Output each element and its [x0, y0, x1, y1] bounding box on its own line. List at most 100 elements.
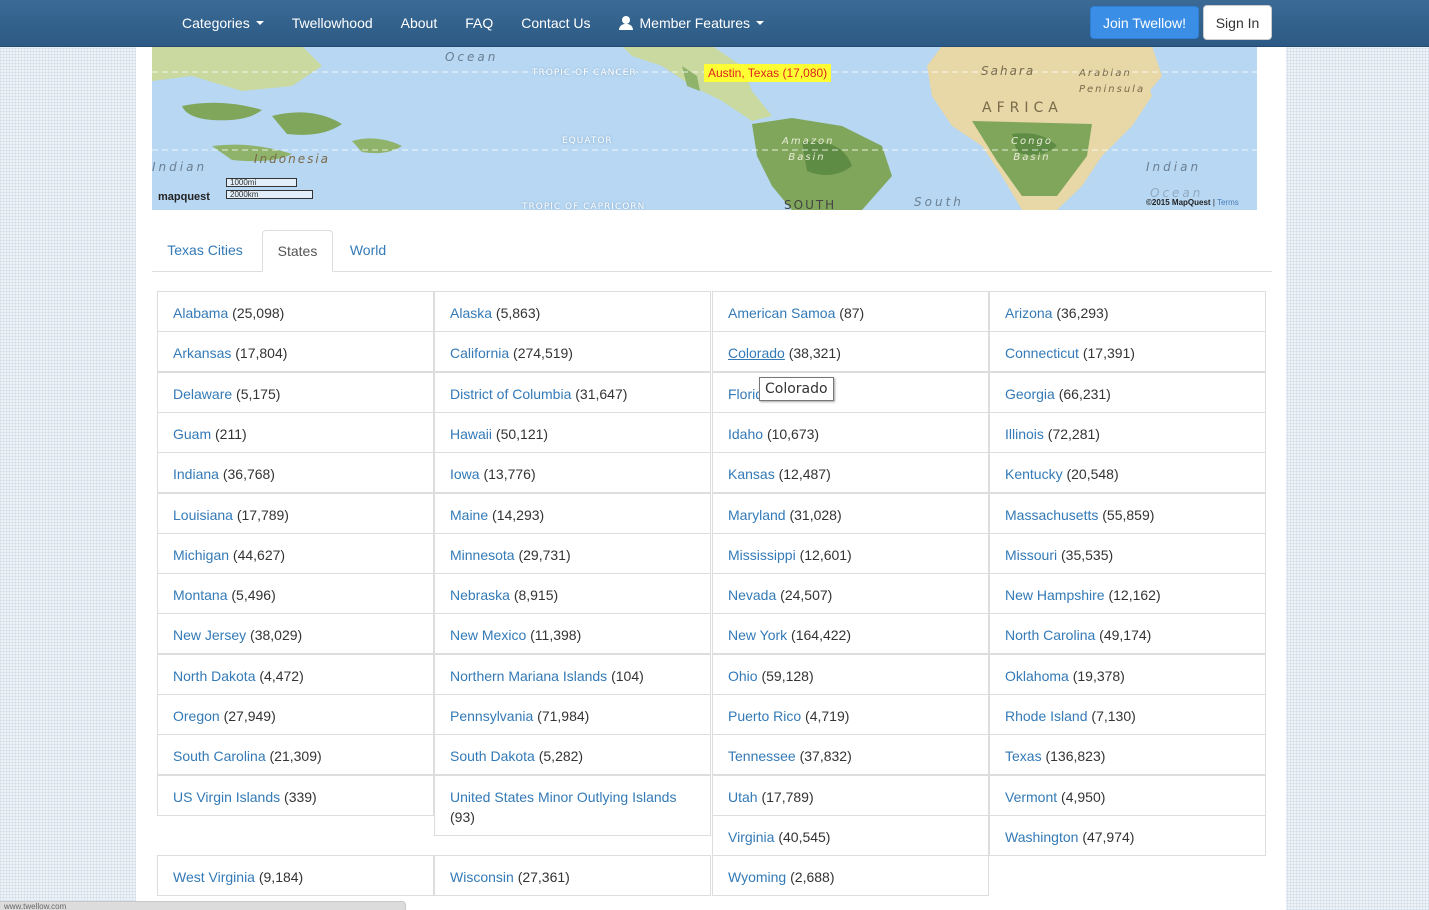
- state-count: (71,984): [537, 708, 590, 724]
- state-link[interactable]: South Dakota: [450, 748, 535, 764]
- chevron-down-icon: [255, 21, 264, 25]
- state-link[interactable]: Delaware: [173, 386, 232, 402]
- state-link[interactable]: Ohio: [728, 668, 758, 684]
- state-link[interactable]: New Mexico: [450, 627, 526, 643]
- nav-twellowhood-label: Twellowhood: [291, 15, 373, 31]
- state-link[interactable]: Utah: [728, 789, 758, 805]
- state-link[interactable]: Maine: [450, 507, 488, 523]
- state-cell: Louisiana (17,789): [157, 493, 434, 534]
- state-link[interactable]: Michigan: [173, 547, 229, 563]
- state-link[interactable]: Rhode Island: [1005, 708, 1088, 724]
- state-count: (17,804): [235, 345, 288, 361]
- state-cell: Rhode Island (7,130): [989, 694, 1266, 735]
- state-link[interactable]: Kansas: [728, 466, 775, 482]
- nav-twellowhood-link[interactable]: Twellowhood: [278, 15, 387, 31]
- state-count: (11,398): [530, 627, 582, 643]
- state-link[interactable]: Arizona: [1005, 305, 1052, 321]
- state-count: (49,174): [1099, 627, 1152, 643]
- state-link[interactable]: Nebraska: [450, 587, 510, 603]
- state-link[interactable]: Arkansas: [173, 345, 231, 361]
- state-link[interactable]: Washington: [1005, 829, 1078, 845]
- state-link[interactable]: Georgia: [1005, 386, 1055, 402]
- state-link[interactable]: Northern Mariana Islands: [450, 668, 607, 684]
- state-link[interactable]: Louisiana: [173, 507, 233, 523]
- state-link[interactable]: Alabama: [173, 305, 228, 321]
- state-link[interactable]: Kentucky: [1005, 466, 1063, 482]
- state-link[interactable]: US Virgin Islands: [173, 789, 280, 805]
- state-cell: Hawaii (50,121): [434, 412, 711, 453]
- tab-world[interactable]: World: [335, 230, 401, 270]
- chevron-down-icon: [755, 21, 764, 25]
- state-count: (87): [839, 305, 865, 321]
- state-link[interactable]: Texas: [1005, 748, 1042, 764]
- state-link[interactable]: Minnesota: [450, 547, 515, 563]
- state-cell: Montana (5,496): [157, 573, 434, 614]
- state-count: (17,789): [236, 507, 289, 523]
- state-link[interactable]: Nevada: [728, 587, 776, 603]
- nav-categories-dropdown[interactable]: Categories: [168, 15, 278, 31]
- map-marker-label[interactable]: Austin, Texas (17,080): [704, 64, 832, 82]
- state-count: (9,184): [258, 869, 304, 885]
- state-cell: Minnesota (29,731): [434, 533, 711, 574]
- state-link[interactable]: West Virginia: [173, 869, 255, 885]
- nav-contact-link[interactable]: Contact Us: [507, 15, 604, 31]
- state-link[interactable]: Tennessee: [728, 748, 796, 764]
- state-link[interactable]: Maryland: [728, 507, 786, 523]
- world-map[interactable]: Ocean Indian Indian South Ocean TROPIC O…: [152, 46, 1257, 210]
- state-count: (29,731): [518, 547, 571, 563]
- tab-states[interactable]: States: [262, 230, 333, 272]
- map-terms-link[interactable]: Terms: [1217, 198, 1239, 207]
- state-count: (47,974): [1082, 829, 1135, 845]
- state-cell: New Hampshire (12,162): [989, 573, 1266, 614]
- state-link[interactable]: New York: [728, 627, 787, 643]
- state-cell: New Mexico (11,398): [434, 613, 711, 654]
- state-link[interactable]: North Dakota: [173, 668, 255, 684]
- nav-about-link[interactable]: About: [387, 15, 452, 31]
- state-count: (59,128): [761, 668, 814, 684]
- state-link[interactable]: Montana: [173, 587, 227, 603]
- state-link[interactable]: Oklahoma: [1005, 668, 1069, 684]
- state-link[interactable]: Mississippi: [728, 547, 796, 563]
- state-link[interactable]: South Carolina: [173, 748, 266, 764]
- state-cell: Colorado (38,321): [712, 331, 989, 372]
- state-link[interactable]: Iowa: [450, 466, 480, 482]
- state-count: (24,507): [780, 587, 833, 603]
- state-link[interactable]: North Carolina: [1005, 627, 1095, 643]
- state-link[interactable]: Missouri: [1005, 547, 1057, 563]
- state-count: (25,098): [232, 305, 285, 321]
- state-link[interactable]: Hawaii: [450, 426, 492, 442]
- join-button[interactable]: Join Twellow!: [1090, 6, 1199, 39]
- nav-faq-link[interactable]: FAQ: [451, 15, 507, 31]
- state-link[interactable]: Colorado: [728, 345, 785, 361]
- state-link[interactable]: Guam: [173, 426, 211, 442]
- state-link[interactable]: New Hampshire: [1005, 587, 1105, 603]
- state-count: (72,281): [1047, 426, 1100, 442]
- state-link[interactable]: Vermont: [1005, 789, 1057, 805]
- state-link[interactable]: Idaho: [728, 426, 763, 442]
- state-link[interactable]: Illinois: [1005, 426, 1044, 442]
- state-count: (4,472): [259, 668, 304, 684]
- state-link[interactable]: Indiana: [173, 466, 219, 482]
- state-cell: Puerto Rico (4,719): [712, 694, 989, 735]
- state-link[interactable]: New Jersey: [173, 627, 246, 643]
- state-link[interactable]: Virginia: [728, 829, 774, 845]
- state-count: (8,915): [513, 587, 559, 603]
- state-link[interactable]: Pennsylvania: [450, 708, 533, 724]
- state-cell: Maryland (31,028): [712, 493, 989, 534]
- sign-in-button[interactable]: Sign In: [1203, 5, 1272, 40]
- tab-texas-cities[interactable]: Texas Cities: [152, 230, 258, 270]
- state-cell: Utah (17,789): [712, 775, 989, 816]
- state-link[interactable]: Wyoming: [728, 869, 786, 885]
- state-link[interactable]: Alaska: [450, 305, 492, 321]
- nav-member-features-dropdown[interactable]: Member Features: [605, 15, 778, 31]
- state-link[interactable]: District of Columbia: [450, 386, 571, 402]
- state-link[interactable]: Connecticut: [1005, 345, 1079, 361]
- state-count: (104): [611, 668, 644, 684]
- state-link[interactable]: United States Minor Outlying Islands: [450, 789, 676, 805]
- state-link[interactable]: California: [450, 345, 509, 361]
- state-link[interactable]: American Samoa: [728, 305, 835, 321]
- state-link[interactable]: Puerto Rico: [728, 708, 801, 724]
- state-link[interactable]: Oregon: [173, 708, 220, 724]
- state-link[interactable]: Massachusetts: [1005, 507, 1098, 523]
- state-link[interactable]: Wisconsin: [450, 869, 514, 885]
